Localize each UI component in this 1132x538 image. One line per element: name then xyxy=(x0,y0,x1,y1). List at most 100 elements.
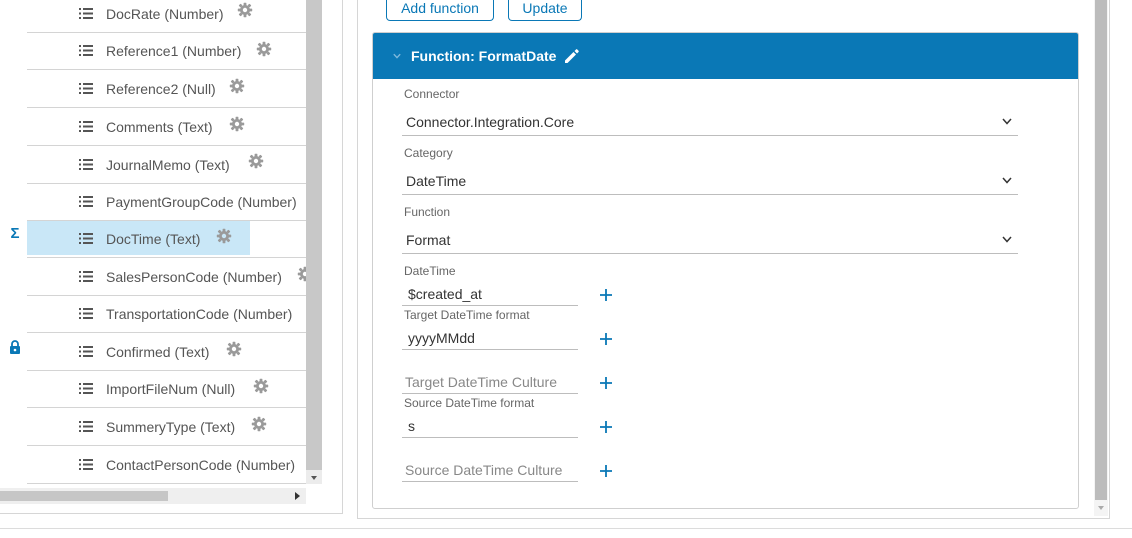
scroll-right-arrow-icon[interactable] xyxy=(295,492,300,500)
field-list-horizontal-scrollbar[interactable] xyxy=(0,488,306,504)
gear-icon[interactable] xyxy=(229,78,245,94)
field-list-vertical-scrollbar[interactable] xyxy=(306,0,322,484)
update-button[interactable]: Update xyxy=(508,0,582,21)
list-icon xyxy=(79,459,93,470)
target-culture-input[interactable]: Target DateTime Culture xyxy=(402,371,578,394)
datetime-value: $created_at xyxy=(408,286,482,302)
scrollbar-thumb[interactable] xyxy=(1095,0,1107,500)
field-label: PaymentGroupCode (Number) xyxy=(106,194,297,210)
gear-icon[interactable] xyxy=(248,153,264,169)
function-card: Function: FormatDate Connector Connector… xyxy=(372,32,1079,509)
field-label: Reference1 (Number) xyxy=(106,43,242,59)
source-format-value: s xyxy=(408,418,415,434)
field-row-reference1[interactable]: Reference1 (Number) xyxy=(27,32,306,70)
list-icon xyxy=(79,421,93,432)
function-value: Format xyxy=(406,232,451,248)
scroll-down-arrow-icon[interactable] xyxy=(1098,506,1104,510)
function-card-header[interactable]: Function: FormatDate xyxy=(373,33,1078,79)
field-label: SalesPersonCode (Number) xyxy=(106,269,282,285)
category-value: DateTime xyxy=(406,173,467,189)
sum-icon: Σ xyxy=(10,225,20,242)
add-parameter-icon[interactable] xyxy=(599,420,613,434)
chevron-down-icon xyxy=(1002,177,1012,184)
field-label: JournalMemo (Text) xyxy=(106,157,230,173)
field-row-journalmemo[interactable]: JournalMemo (Text) xyxy=(27,146,306,184)
field-row-paymentgroupcode[interactable]: PaymentGroupCode (Number) xyxy=(27,183,306,221)
field-row-docrate[interactable]: DocRate (Number) xyxy=(27,0,306,33)
field-label: DocTime (Text) xyxy=(106,231,201,247)
function-caption: Function xyxy=(404,205,451,219)
list-icon xyxy=(79,271,93,282)
source-format-input[interactable]: s xyxy=(402,415,578,438)
target-format-caption: Target DateTime format xyxy=(404,308,530,322)
field-label: TransportationCode (Number) xyxy=(106,306,293,322)
list-icon xyxy=(79,159,93,170)
editor-vertical-scrollbar[interactable] xyxy=(1094,0,1108,516)
chevron-down-icon xyxy=(1002,118,1012,125)
field-row-comments[interactable]: Comments (Text) xyxy=(27,108,306,146)
gear-icon[interactable] xyxy=(229,116,245,132)
connector-caption: Connector xyxy=(404,87,460,101)
connector-select[interactable]: Connector.Integration.Core xyxy=(402,109,1018,136)
list-icon xyxy=(79,121,93,132)
connector-value: Connector.Integration.Core xyxy=(406,114,575,130)
add-parameter-icon[interactable] xyxy=(599,464,613,478)
source-culture-placeholder: Source DateTime Culture xyxy=(405,462,563,478)
target-format-input[interactable]: yyyyMMdd xyxy=(402,327,578,350)
list-icon xyxy=(79,45,93,56)
category-caption: Category xyxy=(404,146,453,160)
add-function-button[interactable]: Add function xyxy=(386,0,494,21)
field-row-summerytype[interactable]: SummeryType (Text) xyxy=(27,408,306,446)
chevron-down-icon[interactable] xyxy=(393,52,401,60)
list-icon xyxy=(79,196,93,207)
field-label: Reference2 (Null) xyxy=(106,81,216,97)
list-icon xyxy=(79,346,93,357)
field-row-salespersoncode[interactable]: SalesPersonCode (Number) xyxy=(27,258,306,296)
add-parameter-icon[interactable] xyxy=(599,288,613,302)
datetime-input[interactable]: $created_at xyxy=(402,283,578,306)
gear-icon[interactable] xyxy=(253,378,269,394)
field-row-reference2[interactable]: Reference2 (Null) xyxy=(27,70,306,108)
field-row-importfilenum[interactable]: ImportFileNum (Null) xyxy=(27,370,306,408)
field-row-confirmed[interactable]: Confirmed (Text) xyxy=(27,333,306,371)
add-parameter-icon[interactable] xyxy=(599,332,613,346)
category-select[interactable]: DateTime xyxy=(402,168,1018,195)
field-row-transportationcode[interactable]: TransportationCode (Number) xyxy=(27,295,306,333)
function-card-title: Function: FormatDate xyxy=(411,48,557,64)
datetime-caption: DateTime xyxy=(404,264,456,278)
field-label: Confirmed (Text) xyxy=(106,344,210,360)
field-label: ContactPersonCode (Number) xyxy=(106,457,296,473)
gear-icon[interactable] xyxy=(216,228,232,244)
gear-icon[interactable] xyxy=(256,41,272,57)
source-format-caption: Source DateTime format xyxy=(404,396,535,410)
field-label: ImportFileNum (Null) xyxy=(106,381,236,397)
target-format-value: yyyyMMdd xyxy=(408,330,475,346)
function-select[interactable]: Format xyxy=(402,227,1018,254)
list-icon xyxy=(79,383,93,394)
scrollbar-thumb[interactable] xyxy=(306,0,322,470)
list-icon xyxy=(79,83,93,94)
function-editor-panel: Add function Update Function: FormatDate… xyxy=(357,0,1110,519)
field-row-contactpersoncode[interactable]: ContactPersonCode (Number) xyxy=(27,446,306,484)
field-label: SummeryType (Text) xyxy=(106,419,236,435)
pencil-icon[interactable] xyxy=(563,47,581,65)
gear-icon[interactable] xyxy=(297,266,306,282)
field-marker-gutter: Σ xyxy=(0,0,27,484)
gear-icon[interactable] xyxy=(226,341,242,357)
field-row-doctime[interactable]: DocTime (Text) xyxy=(27,220,306,258)
list-icon xyxy=(79,233,93,244)
scrollbar-thumb[interactable] xyxy=(0,491,168,501)
add-parameter-icon[interactable] xyxy=(599,376,613,390)
target-culture-placeholder: Target DateTime Culture xyxy=(405,374,557,390)
gear-icon[interactable] xyxy=(251,416,267,432)
field-label: DocRate (Number) xyxy=(106,6,224,22)
field-list: DocRate (Number) Reference1 (Number) Ref… xyxy=(27,0,306,484)
bottom-divider xyxy=(0,528,1132,529)
source-culture-input[interactable]: Source DateTime Culture xyxy=(402,459,578,482)
list-icon xyxy=(79,8,93,19)
gear-icon[interactable] xyxy=(237,2,253,18)
scroll-down-arrow-icon[interactable] xyxy=(311,476,317,480)
field-label: Comments (Text) xyxy=(106,119,213,135)
chevron-down-icon xyxy=(1002,236,1012,243)
field-list-panel: Σ DocRate (Number) Reference1 (Number) R… xyxy=(0,0,343,514)
